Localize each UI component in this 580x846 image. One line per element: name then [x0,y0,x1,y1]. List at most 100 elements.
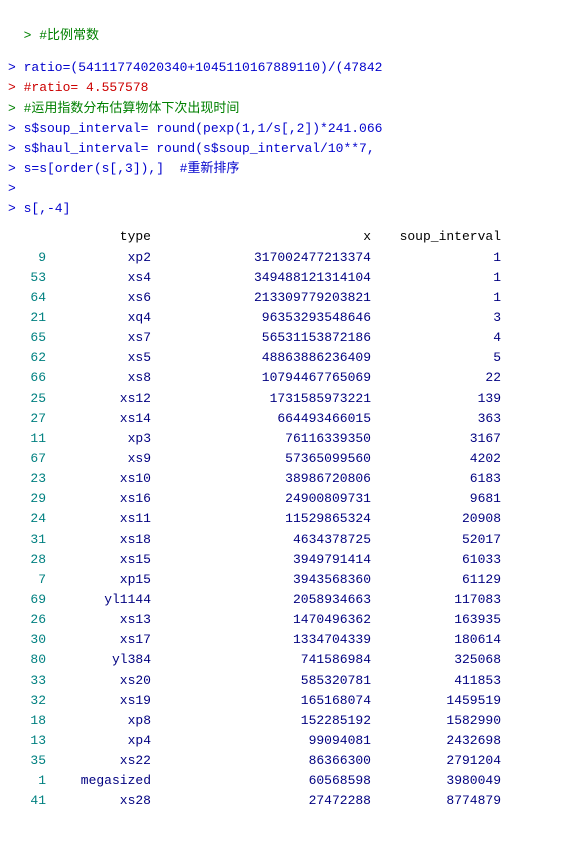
cell-si: 325068 [371,650,501,670]
cell-index: 9 [12,248,46,268]
cell-x: 317002477213374 [151,248,371,268]
cell-type: xs4 [46,268,151,288]
cell-type: xs15 [46,550,151,570]
cell-si: 117083 [371,590,501,610]
cell-si: 52017 [371,530,501,550]
table-row: 33 xs20 585320781 411853 [8,671,572,691]
cell-x: 57365099560 [151,449,371,469]
cell-type: xp2 [46,248,151,268]
cell-x: 48863886236409 [151,348,371,368]
cell-si: 6183 [371,469,501,489]
cell-type: xs11 [46,509,151,529]
cell-x: 3949791414 [151,550,371,570]
cell-x: 1470496362 [151,610,371,630]
cell-si: 3980049 [371,771,501,791]
cell-x: 1731585973221 [151,389,371,409]
cell-type: xs18 [46,530,151,550]
cell-index: 30 [12,630,46,650]
cell-type: xs8 [46,368,151,388]
cell-type: xs22 [46,751,151,771]
cell-index: 26 [12,610,46,630]
table-row: 9 xp2 317002477213374 1 [8,248,572,268]
cell-si: 180614 [371,630,501,650]
table-row: 67 xs9 57365099560 4202 [8,449,572,469]
data-table: type x soup_interval 9 xp2 3170024772133… [0,227,580,811]
cell-x: 24900809731 [151,489,371,509]
cell-si: 411853 [371,671,501,691]
table-row: 13 xp4 99094081 2432698 [8,731,572,751]
cell-x: 11529865324 [151,509,371,529]
table-row: 27 xs14 664493466015 363 [8,409,572,429]
cell-index: 69 [12,590,46,610]
cell-index: 80 [12,650,46,670]
header-si: soup_interval [371,227,501,247]
cell-index: 27 [12,409,46,429]
cell-x: 38986720806 [151,469,371,489]
cell-si: 61129 [371,570,501,590]
cell-index: 32 [12,691,46,711]
cell-si: 163935 [371,610,501,630]
cell-index: 53 [12,268,46,288]
cell-type: xp8 [46,711,151,731]
table-row: 26 xs13 1470496362 163935 [8,610,572,630]
table-row: 1 megasized 60568598 3980049 [8,771,572,791]
table-row: 65 xs7 56531153872186 4 [8,328,572,348]
cell-si: 3167 [371,429,501,449]
table-row: 53 xs4 349488121314104 1 [8,268,572,288]
cell-si: 1582990 [371,711,501,731]
table-body: 9 xp2 317002477213374 1 53 xs4 349488121… [8,248,572,812]
cell-index: 64 [12,288,46,308]
table-row: 21 xq4 96353293548646 3 [8,308,572,328]
cell-type: xs13 [46,610,151,630]
cell-x: 60568598 [151,771,371,791]
table-row: 41 xs28 27472288 8774879 [8,791,572,811]
cell-type: xp3 [46,429,151,449]
table-row: 24 xs11 11529865324 20908 [8,509,572,529]
table-row: 25 xs12 1731585973221 139 [8,389,572,409]
cell-index: 67 [12,449,46,469]
cell-index: 11 [12,429,46,449]
table-row: 29 xs16 24900809731 9681 [8,489,572,509]
cell-index: 41 [12,791,46,811]
cell-si: 1 [371,248,501,268]
cell-si: 20908 [371,509,501,529]
cell-type: xs16 [46,489,151,509]
cell-si: 4 [371,328,501,348]
table-row: 35 xs22 86366300 2791204 [8,751,572,771]
table-row: 30 xs17 1334704339 180614 [8,630,572,650]
cell-x: 86366300 [151,751,371,771]
cell-x: 664493466015 [151,409,371,429]
cell-si: 9681 [371,489,501,509]
cell-type: xs28 [46,791,151,811]
cell-type: xp15 [46,570,151,590]
table-row: 28 xs15 3949791414 61033 [8,550,572,570]
cell-x: 741586984 [151,650,371,670]
cell-index: 33 [12,671,46,691]
cell-si: 139 [371,389,501,409]
cell-si: 3 [371,308,501,328]
cell-x: 96353293548646 [151,308,371,328]
cell-x: 349488121314104 [151,268,371,288]
cell-si: 22 [371,368,501,388]
cell-x: 1334704339 [151,630,371,650]
cell-si: 1 [371,288,501,308]
cell-index: 66 [12,368,46,388]
cell-index: 23 [12,469,46,489]
table-row: 64 xs6 213309779203821 1 [8,288,572,308]
cell-type: xs12 [46,389,151,409]
cell-si: 1459519 [371,691,501,711]
cell-type: xs7 [46,328,151,348]
table-header-row: type x soup_interval [8,227,572,247]
cell-x: 27472288 [151,791,371,811]
cell-si: 2791204 [371,751,501,771]
cell-index: 7 [12,570,46,590]
cell-index: 62 [12,348,46,368]
console-code-lines: > ratio=(54111774020340+1045110167889110… [0,52,580,225]
cell-index: 35 [12,751,46,771]
cell-si: 4202 [371,449,501,469]
line-1: > #比例常数 [24,28,99,43]
table-row: 62 xs5 48863886236409 5 [8,348,572,368]
cell-index: 13 [12,731,46,751]
cell-x: 10794467765069 [151,368,371,388]
table-row: 23 xs10 38986720806 6183 [8,469,572,489]
